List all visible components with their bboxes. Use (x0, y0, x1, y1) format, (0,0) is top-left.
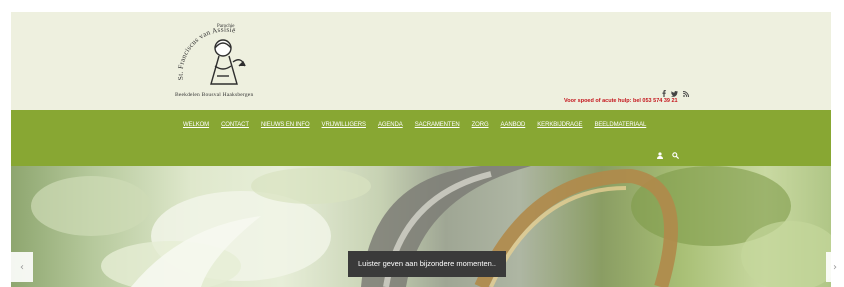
nav-item-agenda[interactable]: AGENDA (378, 122, 403, 128)
slider-prev-button[interactable]: ‹ (11, 252, 33, 282)
site-header: Parochie St. Franciscus van Assisië Beek… (11, 12, 831, 110)
emergency-contact: Voor spoed of acute hulp: bel 053 574 39… (564, 98, 678, 104)
main-nav: WELKOM CONTACT NIEUWS EN INFO VRIJWILLIG… (11, 110, 831, 166)
page: Parochie St. Franciscus van Assisië Beek… (11, 12, 831, 287)
hero-slider[interactable]: Luister geven aan bijzondere momenten.. (11, 166, 831, 287)
nav-item-contact[interactable]: CONTACT (221, 122, 249, 128)
nav-item-vrijwilligers[interactable]: VRIJWILLIGERS (322, 122, 366, 128)
nav-item-zorg[interactable]: ZORG (472, 122, 489, 128)
nav-item-kerkbijdrage[interactable]: KERKBIJDRAGE (537, 122, 582, 128)
nav-item-aanbod[interactable]: AANBOD (501, 122, 526, 128)
slider-next-button[interactable]: › (826, 252, 844, 282)
logo-caption: Beekdelen Bousval Haaksbergen (175, 92, 254, 98)
nav-item-nieuws-en-info[interactable]: NIEUWS EN INFO (261, 122, 310, 128)
nav-item-beeldmateriaal[interactable]: BEELDMATERIAAL (594, 122, 646, 128)
search-icon[interactable] (672, 146, 680, 164)
nav-item-welkom[interactable]: WELKOM (183, 122, 209, 128)
hero-caption: Luister geven aan bijzondere momenten.. (348, 251, 507, 277)
nav-item-sacramenten[interactable]: SACRAMENTEN (415, 122, 460, 128)
user-icon[interactable] (657, 146, 663, 164)
rss-icon[interactable] (682, 84, 690, 102)
saint-figure-icon (210, 39, 246, 85)
